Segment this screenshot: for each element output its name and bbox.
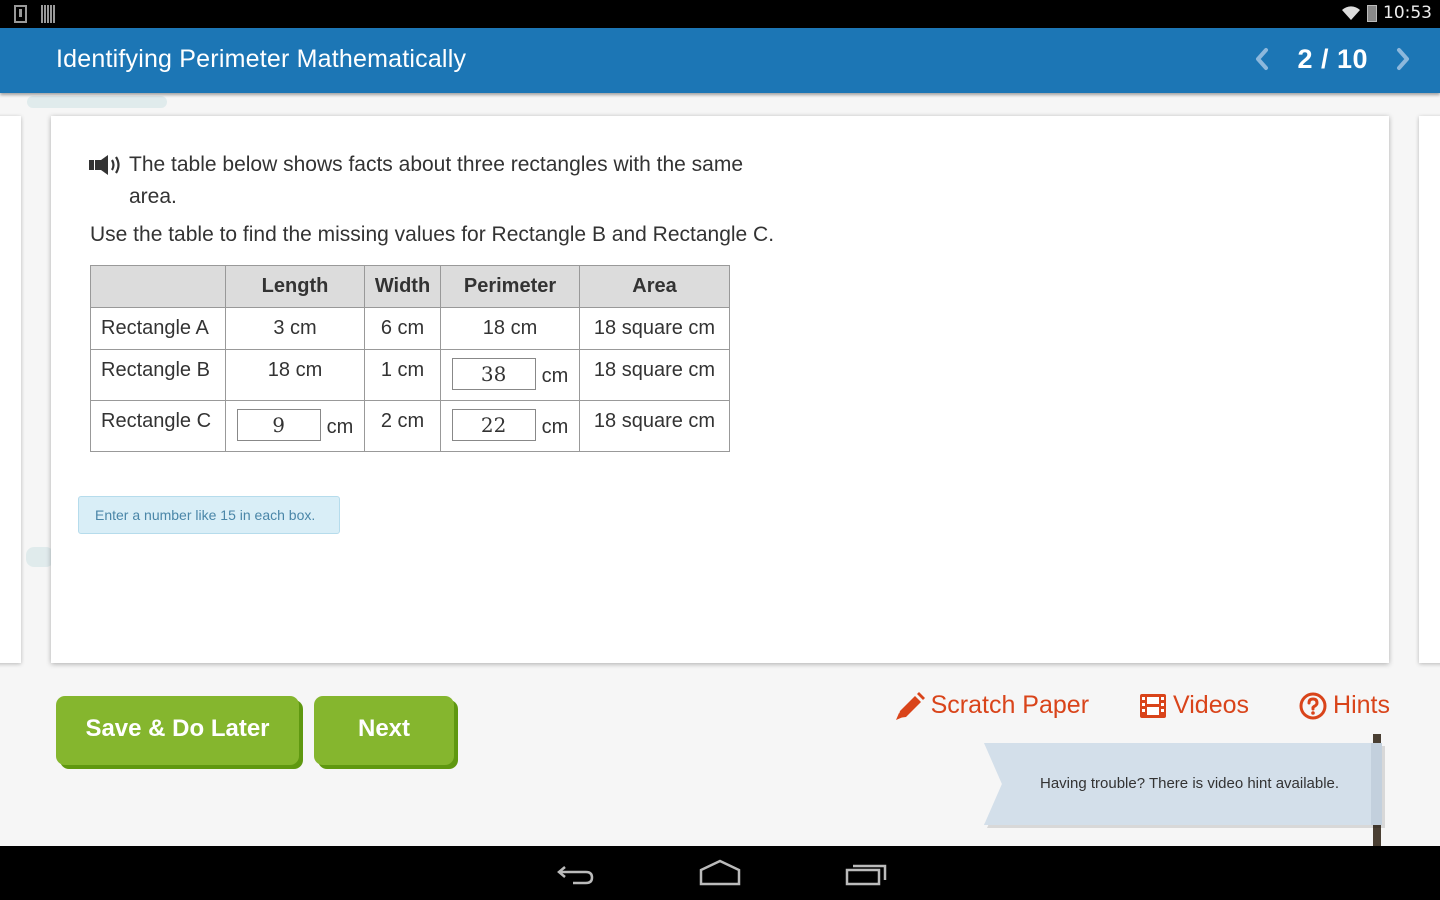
instruction-text: Use the table to find the missing values…: [90, 223, 775, 246]
area-cell: 18 square cm: [579, 400, 730, 452]
back-button[interactable]: [556, 858, 596, 893]
input-hint: Enter a number like 15 in each box.: [78, 496, 340, 534]
video-hint-banner[interactable]: Having trouble? There is video hint avai…: [984, 743, 1385, 828]
chevron-left-icon: [1256, 48, 1269, 70]
question-counter: 2 / 10: [1297, 43, 1368, 74]
download-icon: [14, 5, 27, 23]
perimeter-cell: 38 cm: [440, 349, 580, 401]
width-cell: 2 cm: [364, 400, 441, 452]
decorative-tab: [27, 96, 167, 108]
unit-label: cm: [541, 415, 569, 438]
tools-bar: Scratch Paper Videos Hints: [895, 691, 1390, 720]
header-cell: Length: [225, 265, 365, 308]
rectangles-table: Length Width Perimeter Area Rectangle A …: [90, 265, 730, 452]
table-row: Rectangle A 3 cm 6 cm 18 cm 18 square cm: [90, 307, 730, 350]
back-icon: [557, 866, 594, 885]
scratch-paper-button[interactable]: Scratch Paper: [895, 691, 1089, 720]
previous-question-button[interactable]: [1247, 41, 1277, 77]
table-header-row: Length Width Perimeter Area: [90, 265, 730, 308]
table-row: Rectangle C 9 cm 2 cm 22 cm 18 square cm: [90, 400, 730, 452]
rectangle-c-perimeter-input[interactable]: 22: [451, 409, 536, 441]
next-button[interactable]: Next: [314, 696, 454, 765]
videos-label: Videos: [1173, 691, 1250, 719]
banner-text: Having trouble? There is video hint avai…: [1040, 775, 1340, 792]
question-pager: 2 / 10: [1247, 41, 1418, 77]
chevron-right-icon: [1397, 48, 1409, 70]
prompt-text: The table below shows facts about three …: [129, 153, 744, 208]
decorative-tab: [26, 547, 54, 567]
barcode-icon: [41, 5, 55, 23]
unit-label: cm: [541, 364, 569, 387]
videos-button[interactable]: Videos: [1139, 691, 1249, 720]
row-label: Rectangle B: [90, 349, 226, 401]
banner-pole-overlay: [1371, 743, 1382, 825]
scratch-paper-label: Scratch Paper: [930, 691, 1090, 719]
length-cell: 9 cm: [225, 400, 365, 452]
area-cell: 18 square cm: [579, 349, 730, 401]
recent-apps-button[interactable]: [845, 858, 887, 893]
previous-question-card[interactable]: [0, 116, 21, 663]
film-icon: [1140, 693, 1167, 718]
system-nav-bar: [0, 846, 1440, 900]
status-bar: 10:53: [0, 0, 1440, 28]
width-cell: 6 cm: [364, 307, 441, 350]
save-and-do-later-button[interactable]: Save & Do Later: [56, 696, 299, 765]
home-button[interactable]: [698, 858, 742, 893]
row-label: Rectangle C: [90, 400, 226, 452]
perimeter-cell: 18 cm: [440, 307, 580, 350]
page-title: Identifying Perimeter Mathematically: [56, 45, 467, 73]
length-cell: 18 cm: [225, 349, 365, 401]
table-row: Rectangle B 18 cm 1 cm 38 cm 18 square c…: [90, 349, 730, 401]
wifi-icon: [1342, 6, 1360, 20]
question-stage: The table below shows facts about three …: [0, 93, 1440, 846]
recent-apps-icon: [845, 864, 887, 886]
length-cell: 3 cm: [225, 307, 365, 350]
hints-label: Hints: [1333, 691, 1390, 719]
battery-charging-icon: [1367, 4, 1377, 22]
rectangle-b-perimeter-input[interactable]: 38: [451, 358, 536, 390]
pencil-icon: [895, 691, 925, 720]
question-card: The table below shows facts about three …: [51, 116, 1389, 663]
header-cell: Perimeter: [440, 265, 580, 308]
speaker-icon[interactable]: [89, 153, 123, 177]
row-label: Rectangle A: [90, 307, 226, 350]
header-cell: Width: [364, 265, 441, 308]
question-prompt: The table below shows facts about three …: [89, 149, 789, 213]
next-question-card[interactable]: [1419, 116, 1440, 663]
area-cell: 18 square cm: [579, 307, 730, 350]
next-question-button[interactable]: [1388, 41, 1418, 77]
app-header: Identifying Perimeter Mathematically 2 /…: [0, 28, 1440, 93]
clock: 10:53: [1383, 3, 1432, 23]
width-cell: 1 cm: [364, 349, 441, 401]
home-icon: [699, 859, 741, 886]
hints-button[interactable]: Hints: [1299, 691, 1390, 720]
perimeter-cell: 22 cm: [440, 400, 580, 452]
unit-label: cm: [326, 415, 354, 438]
question-circle-icon: [1299, 692, 1327, 719]
rectangle-c-length-input[interactable]: 9: [236, 409, 321, 441]
header-cell: [90, 265, 226, 308]
header-cell: Area: [579, 265, 730, 308]
